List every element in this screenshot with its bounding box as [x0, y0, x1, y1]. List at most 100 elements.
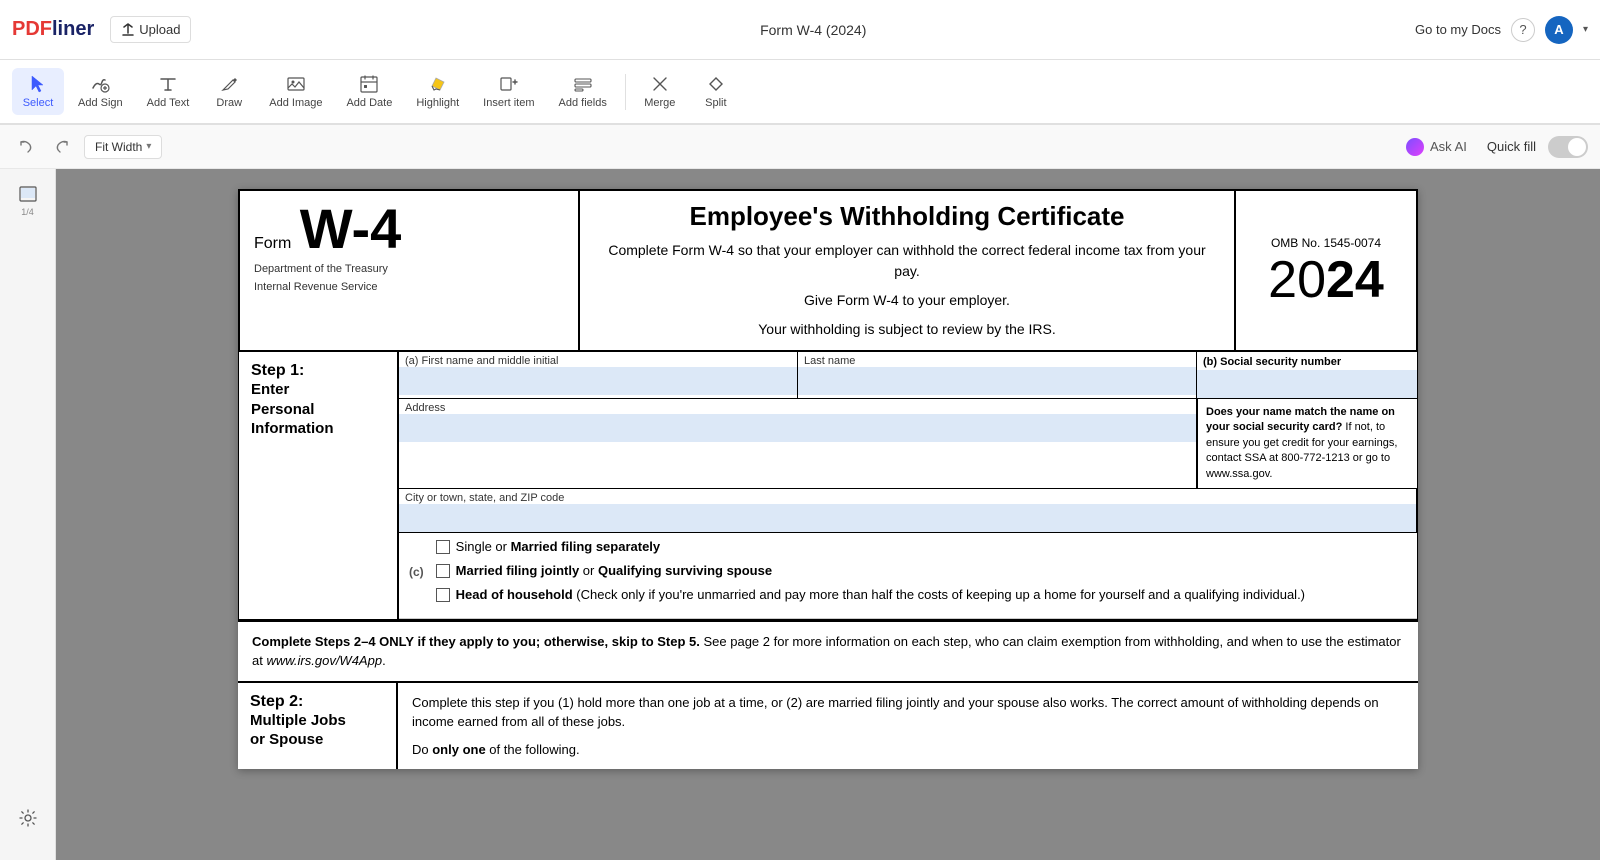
checkbox2-item: Married filing jointly or Qualifying sur…: [436, 563, 1407, 578]
form-w4-title: Form W-4: [254, 201, 564, 257]
address-input[interactable]: [399, 414, 1196, 442]
toolbar-separator: [625, 74, 626, 110]
form-header: Form W-4 Department of the Treasury Inte…: [238, 189, 1418, 352]
last-name-input[interactable]: [798, 367, 1196, 395]
form-dept-line2: Internal Revenue Service: [254, 281, 564, 293]
logo-liner: liner: [52, 18, 94, 40]
step2-content-para1: Complete this step if you (1) hold more …: [412, 693, 1404, 732]
step2-number: Step 2:: [250, 693, 384, 711]
avatar-dropdown-arrow[interactable]: ▾: [1583, 24, 1588, 35]
step2-only-text: only one: [432, 742, 485, 757]
step2-title: Multiple Jobs or Spouse: [250, 711, 384, 750]
year-display: 2024: [1268, 254, 1384, 306]
checkbox2[interactable]: [436, 564, 450, 578]
checkbox1-item: Single or Married filing separately: [436, 539, 1407, 554]
checkbox1-label: Single or Married filing separately: [456, 539, 660, 554]
ask-ai-button[interactable]: Ask AI: [1398, 134, 1475, 160]
insert-item-tool-button[interactable]: Insert item: [473, 68, 544, 115]
form-subtitle-line1: Complete Form W-4 so that your employer …: [600, 240, 1214, 282]
split-icon: [706, 74, 726, 94]
checkbox1[interactable]: [436, 540, 450, 554]
complete-notice: Complete Steps 2–4 ONLY if they apply to…: [238, 620, 1418, 681]
form-dept-line1: Department of the Treasury: [254, 263, 564, 275]
left-sidebar: 1/4: [0, 169, 56, 860]
step2-label: Step 2: Multiple Jobs or Spouse: [238, 683, 398, 770]
address-label: Address: [399, 399, 1196, 414]
checkbox3[interactable]: [436, 588, 450, 602]
form-subtitle-line2: Give Form W-4 to your employer.: [804, 290, 1010, 311]
add-date-tool-button[interactable]: Add Date: [336, 68, 402, 115]
form-label: Form: [254, 235, 291, 252]
field-c-label: (c): [409, 565, 424, 579]
year-24: 24: [1326, 251, 1384, 309]
form-subtitle-line3: Your withholding is subject to review by…: [758, 319, 1056, 340]
pdf-page: Form W-4 Department of the Treasury Inte…: [238, 189, 1418, 769]
ssn-input[interactable]: [1197, 370, 1417, 398]
add-fields-tool-button[interactable]: Add fields: [549, 68, 617, 115]
year-20: 20: [1268, 251, 1326, 309]
highlight-tool-button[interactable]: Highlight: [406, 68, 469, 115]
highlight-icon: [428, 74, 448, 94]
form-main-title: Employee's Withholding Certificate: [689, 201, 1124, 232]
user-avatar-button[interactable]: A: [1545, 16, 1573, 44]
draw-tool-button[interactable]: Draw: [203, 68, 255, 115]
checkbox-row-c-label: (c) Single or Married filing separately …: [409, 539, 1407, 606]
step2-content-para2: Do only one of the following.: [412, 740, 1404, 760]
logo-text: PDFliner: [12, 18, 94, 41]
add-text-tool-button[interactable]: Add Text: [137, 68, 200, 115]
ssn-note: Does your name match the name on your so…: [1197, 399, 1417, 488]
complete-notice-end: .: [382, 653, 386, 668]
document-viewer[interactable]: Form W-4 Department of the Treasury Inte…: [56, 169, 1600, 860]
page-number-label: 1/4: [21, 207, 34, 217]
undo-button[interactable]: [12, 133, 40, 161]
thumbnail-view-button[interactable]: 1/4: [8, 179, 48, 223]
redo-icon: [54, 139, 70, 155]
fit-width-button[interactable]: Fit Width ▾: [84, 135, 162, 159]
add-text-icon: [158, 74, 178, 94]
go-to-docs-link[interactable]: Go to my Docs: [1415, 22, 1501, 37]
complete-notice-bold: Complete Steps 2–4 ONLY if they apply to…: [252, 634, 700, 649]
city-row: City or town, state, and ZIP code: [399, 489, 1417, 533]
top-bar-right: Go to my Docs ? A ▾: [1415, 16, 1588, 44]
step1-title: Enter Personal Information: [251, 380, 385, 439]
toolbar-container: Select Add Sign Add Text: [0, 60, 1600, 125]
add-image-tool-button[interactable]: Add Image: [259, 68, 332, 115]
add-sign-tool-button[interactable]: Add Sign: [68, 68, 133, 115]
quick-fill-toggle[interactable]: [1548, 136, 1588, 158]
main-content: 1/4 Form W-4 Departme: [0, 169, 1600, 860]
add-image-icon: [286, 74, 306, 94]
city-cell: City or town, state, and ZIP code: [399, 489, 1417, 532]
address-cell: Address: [399, 399, 1197, 488]
logo: PDFliner: [12, 18, 94, 41]
help-button[interactable]: ?: [1511, 18, 1535, 42]
checkbox-group: Single or Married filing separately Marr…: [436, 539, 1407, 606]
merge-tool-button[interactable]: Merge: [634, 68, 686, 115]
omb-number: OMB No. 1545-0074: [1271, 236, 1381, 250]
step2-content: Complete this step if you (1) hold more …: [398, 683, 1418, 770]
split-tool-button[interactable]: Split: [690, 68, 742, 115]
form-header-left: Form W-4 Department of the Treasury Inte…: [240, 191, 580, 350]
select-tool-button[interactable]: Select: [12, 68, 64, 115]
draw-icon: [219, 74, 239, 94]
insert-item-icon: [499, 74, 519, 94]
ssn-label: (b) Social security number: [1197, 353, 1347, 368]
redo-button[interactable]: [48, 133, 76, 161]
upload-icon: [121, 23, 135, 37]
form-header-right: OMB No. 1545-0074 2024: [1236, 191, 1416, 350]
city-input[interactable]: [399, 504, 1416, 532]
settings-sidebar-button[interactable]: [8, 796, 48, 840]
first-name-input[interactable]: [399, 367, 797, 395]
last-name-cell: Last name: [798, 352, 1197, 398]
form-w4-number: W-4: [300, 197, 402, 260]
toolbar: Select Add Sign Add Text: [0, 60, 1600, 124]
city-label: City or town, state, and ZIP code: [399, 489, 1416, 504]
step1-number: Step 1:: [251, 362, 385, 380]
top-bar: PDFliner Upload Form W-4 (2024) Go to my…: [0, 0, 1600, 60]
upload-button[interactable]: Upload: [110, 16, 191, 43]
gear-icon: [18, 808, 38, 828]
fit-width-dropdown-arrow[interactable]: ▾: [146, 141, 151, 152]
add-fields-icon: [573, 74, 593, 94]
form-header-center: Employee's Withholding Certificate Compl…: [580, 191, 1236, 350]
last-name-label: Last name: [798, 352, 1196, 367]
complete-notice-url: www.irs.gov/W4App: [266, 653, 382, 668]
